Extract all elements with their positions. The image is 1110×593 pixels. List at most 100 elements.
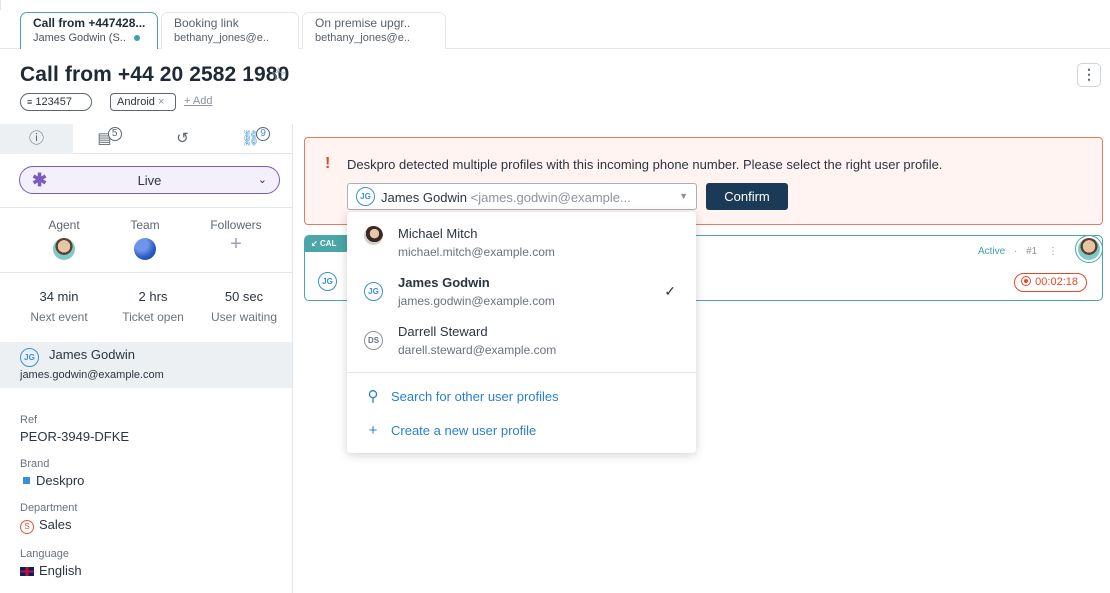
search-action-label: Search for other user profiles [391, 389, 559, 404]
tab-history[interactable]: ↺ [146, 124, 219, 154]
profile-initials-avatar: JG [364, 282, 383, 301]
tab-call[interactable]: Call from +447428... James Godwin (S.. [20, 12, 158, 49]
agent-field[interactable]: Agent [24, 218, 104, 260]
stat-next-event: 34 min Next event [14, 289, 104, 324]
linked-count-badge: 9 [256, 127, 271, 141]
profile-option-james-godwin[interactable]: JG James Godwin james.godwin@example.com… [347, 261, 696, 310]
user-profile-select[interactable]: JG James Godwin <james.godwin@example...… [347, 183, 697, 210]
department-value: Sales [39, 517, 72, 532]
warning-icon: ! [325, 155, 331, 172]
ref-value: PEOR-3949-DFKE [20, 429, 130, 444]
call-icon: ↙ [311, 239, 318, 248]
profile-email: darell.steward@example.com [398, 343, 557, 357]
chevron-down-icon: ⌄ [257, 174, 267, 186]
alert-message: Deskpro detected multiple profiles with … [347, 157, 943, 172]
agent-avatar [53, 238, 75, 260]
profile-email: james.godwin@example.com [398, 294, 555, 308]
star-icon[interactable]: ☆ [270, 64, 287, 87]
status-label: Live [137, 173, 162, 188]
selected-profile-text: James Godwin <james.godwin@example... [381, 190, 631, 205]
unread-dot-icon [133, 35, 140, 42]
ticket-tab-bar: Call from +447428... James Godwin (S.. B… [0, 0, 1110, 49]
stat-label: Next event [30, 310, 88, 324]
stat-value: 34 min [39, 289, 79, 304]
history-icon: ↺ [176, 130, 189, 147]
user-name: James Godwin [49, 347, 135, 362]
brand-label: Brand [20, 458, 50, 470]
language-value-field[interactable]: English [20, 563, 129, 578]
brand-value: Deskpro [36, 473, 85, 488]
stat-ticket-open: 2 hrs Ticket open [108, 289, 198, 324]
profile-name: James Godwin [398, 275, 490, 290]
add-tag-link[interactable]: + Add [184, 95, 212, 107]
ticket-id-label: 123457 [35, 96, 73, 108]
tag-chip-android[interactable]: Android × [110, 93, 176, 111]
tab-booking-link[interactable]: Booking link bethany_jones@e.. [161, 12, 299, 49]
add-follower-icon[interactable]: + [196, 232, 276, 256]
team-avatar [134, 238, 156, 260]
call-agent-avatar [1075, 235, 1103, 263]
team-label: Team [130, 218, 160, 232]
caller-initials-avatar: JG [318, 272, 337, 291]
call-more-icon[interactable]: ⋮ [1048, 246, 1058, 257]
remove-tag-icon[interactable]: × [158, 96, 164, 108]
profile-option-darrell-steward[interactable]: DS Darrell Steward darell.steward@exampl… [347, 310, 696, 359]
team-field[interactable]: Team [105, 218, 185, 260]
user-email: james.godwin@example.com [20, 369, 164, 381]
tab-notes[interactable]: ▤5 [73, 124, 146, 154]
tag-label: Android [117, 96, 155, 108]
department-icon: S [20, 520, 34, 534]
ticket-fields: Ref PEOR-3949-DFKE Brand Deskpro Departm… [20, 414, 129, 592]
ticket-status-select[interactable]: ✱ Live ⌄ [19, 166, 280, 194]
department-value-field[interactable]: S Sales [20, 517, 129, 534]
call-status: Active [977, 246, 1006, 257]
profile-name: Darrell Steward [398, 324, 488, 339]
tab-on-premise[interactable]: On premise upgr.. bethany_jones@e.. [302, 12, 446, 49]
info-icon: ⓘ [28, 130, 44, 147]
plus-icon: + [368, 422, 378, 439]
brand-value-field[interactable]: Deskpro [20, 473, 129, 488]
ticket-sidebar: ⓘ ▤5 ↺ ⛓9 ✱ Live ⌄ Agent Team Followers … [0, 124, 293, 593]
confirm-button[interactable]: Confirm [706, 183, 788, 210]
tab-linked[interactable]: ⛓9 [219, 124, 292, 154]
profile-name: Michael Mitch [398, 226, 478, 241]
call-meta: Active · #1 ⋮ [978, 246, 1058, 257]
profile-email: michael.mitch@example.com [398, 245, 555, 259]
profile-dropdown-menu: Michael Mitch michael.mitch@example.com … [347, 212, 696, 453]
profile-option-michael-mitch[interactable]: Michael Mitch michael.mitch@example.com [347, 212, 696, 261]
brand-icon [23, 477, 30, 484]
create-action-label: Create a new user profile [391, 423, 537, 438]
tab-title: On premise upgr.. [315, 16, 411, 30]
notes-count-badge: 5 [107, 127, 122, 141]
ticket-icon: ≡ [27, 97, 33, 107]
page-title: Call from +44 20 2582 1980 [20, 63, 290, 86]
search-icon: ⚲ [367, 388, 379, 405]
ticket-stats: 34 min Next event 2 hrs Ticket open 50 s… [0, 272, 292, 338]
tab-title: Call from +447428... [33, 16, 146, 30]
ticket-id-chip[interactable]: ≡ 123457 [20, 93, 92, 111]
record-icon [1021, 276, 1032, 286]
tab-subtitle: bethany_jones@e.. [174, 32, 269, 44]
selected-user-card[interactable]: JG James Godwin james.godwin@example.com [0, 342, 292, 388]
tab-title: Booking link [174, 16, 239, 30]
tab-bar-corner [0, 0, 10, 10]
tab-subtitle: James Godwin (S.. [33, 31, 145, 46]
caret-down-icon: ▼ [679, 191, 688, 201]
language-value: English [39, 563, 82, 578]
selected-profile-initials: JG [356, 187, 375, 206]
language-label: Language [20, 548, 69, 560]
department-label: Department [20, 502, 78, 514]
stat-value: 2 hrs [138, 289, 168, 304]
call-timer: 00:02:18 [1014, 273, 1087, 292]
more-options-button[interactable]: ⋮ [1077, 63, 1101, 87]
dropdown-divider [347, 372, 696, 373]
followers-field[interactable]: Followers + [196, 218, 276, 256]
people-section: Agent Team Followers + [0, 207, 292, 272]
search-profiles-action[interactable]: ⚲ Search for other user profiles [365, 387, 559, 405]
stat-label: Ticket open [122, 310, 184, 324]
profile-photo-avatar [364, 226, 383, 245]
sidebar-tabs: ⓘ ▤5 ↺ ⛓9 [0, 124, 292, 154]
create-profile-action[interactable]: + Create a new user profile [365, 422, 537, 439]
tab-info[interactable]: ⓘ [0, 124, 73, 154]
meta-separator: · [1013, 246, 1018, 257]
